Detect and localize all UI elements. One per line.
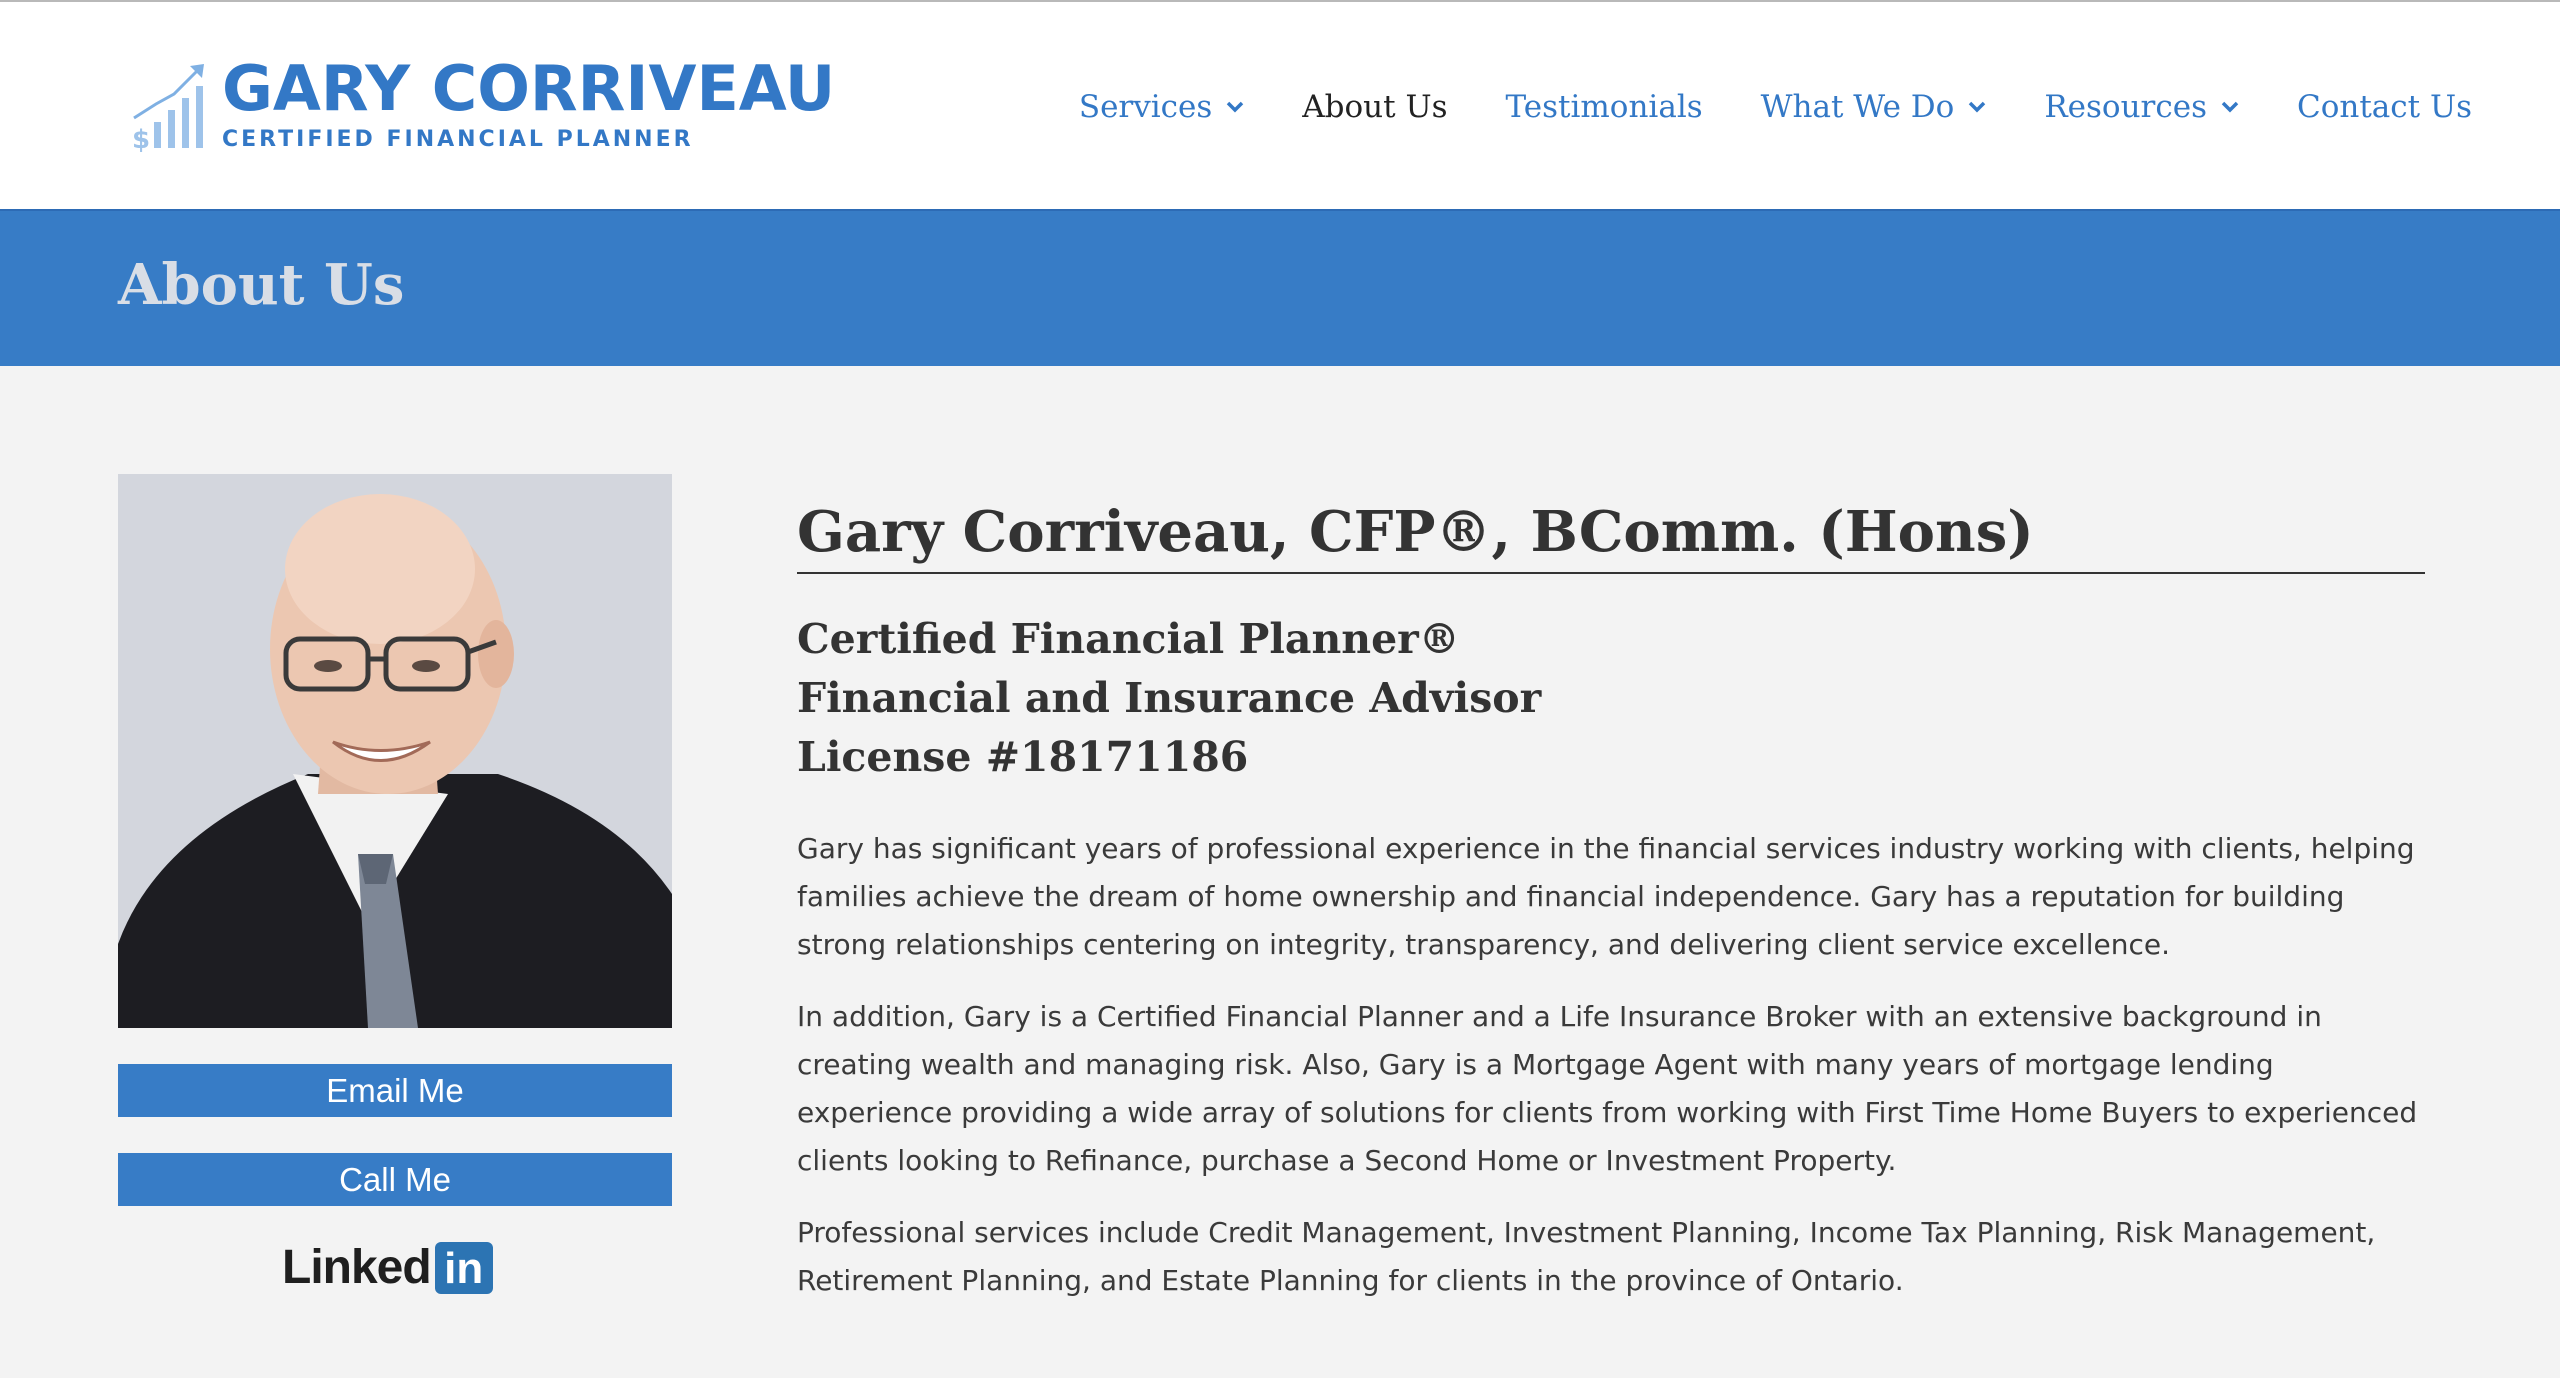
logo-subtitle: CERTIFIED FINANCIAL PLANNER bbox=[222, 127, 694, 152]
about-content: Gary Corriveau, CFP®, BComm. (Hons) Cert… bbox=[797, 494, 2425, 1305]
nav-about-us[interactable]: About Us bbox=[1302, 89, 1447, 125]
page-title-banner: About Us bbox=[0, 211, 2560, 366]
nav-resources-label: Resources bbox=[2044, 89, 2207, 125]
linkedin-logo-text: Linked bbox=[282, 1241, 432, 1294]
nav-what-we-do[interactable]: What We Do bbox=[1761, 89, 1987, 125]
svg-text:$: $ bbox=[132, 125, 150, 152]
site-header: $ GARY CORRIVEAU CERTIFIED FINANCIAL PLA… bbox=[0, 2, 2560, 211]
nav-testimonials[interactable]: Testimonials bbox=[1506, 89, 1703, 125]
page-title: About Us bbox=[118, 252, 405, 318]
bio-paragraph: Professional services include Credit Man… bbox=[797, 1216, 2376, 1297]
chevron-down-icon bbox=[1227, 101, 1244, 113]
nav-contact-us[interactable]: Contact Us bbox=[2297, 89, 2472, 125]
email-me-button[interactable]: Email Me bbox=[118, 1064, 672, 1117]
nav-contact-us-label: Contact Us bbox=[2297, 89, 2472, 125]
bio-paragraph: In addition, Gary is a Certified Financi… bbox=[797, 1000, 2418, 1177]
bio-paragraph: Gary has significant years of profession… bbox=[797, 832, 2415, 961]
profile-photo bbox=[118, 474, 672, 1028]
credential-line: Certified Financial Planner® bbox=[797, 615, 1460, 663]
chevron-down-icon bbox=[2221, 101, 2239, 113]
nav-resources[interactable]: Resources bbox=[2044, 89, 2239, 125]
site-logo[interactable]: $ GARY CORRIVEAU CERTIFIED FINANCIAL PLA… bbox=[130, 54, 835, 166]
call-me-button[interactable]: Call Me bbox=[118, 1153, 672, 1206]
growth-chart-logo-icon: $ bbox=[132, 64, 204, 152]
advisor-credentials: Certified Financial Planner® Financial a… bbox=[797, 610, 2425, 787]
nav-what-we-do-label: What We Do bbox=[1760, 89, 1955, 125]
linkedin-icon: in bbox=[434, 1242, 493, 1294]
nav-services[interactable]: Services bbox=[1079, 89, 1244, 125]
linkedin-link[interactable]: Linked in bbox=[282, 1240, 512, 1296]
main-navigation: Services About Us Testimonials What We D… bbox=[1079, 82, 2472, 132]
nav-testimonials-label: Testimonials bbox=[1505, 89, 1703, 125]
credential-line: License #18171186 bbox=[797, 733, 1249, 781]
advisor-name: Gary Corriveau, CFP®, BComm. (Hons) bbox=[797, 494, 2425, 574]
chevron-down-icon bbox=[1969, 101, 1986, 113]
portrait-illustration bbox=[118, 474, 672, 1028]
credential-line: Financial and Insurance Advisor bbox=[797, 674, 1542, 722]
logo-title: GARY CORRIVEAU bbox=[222, 52, 836, 125]
nav-services-label: Services bbox=[1078, 89, 1213, 125]
nav-about-us-label: About Us bbox=[1302, 89, 1448, 125]
